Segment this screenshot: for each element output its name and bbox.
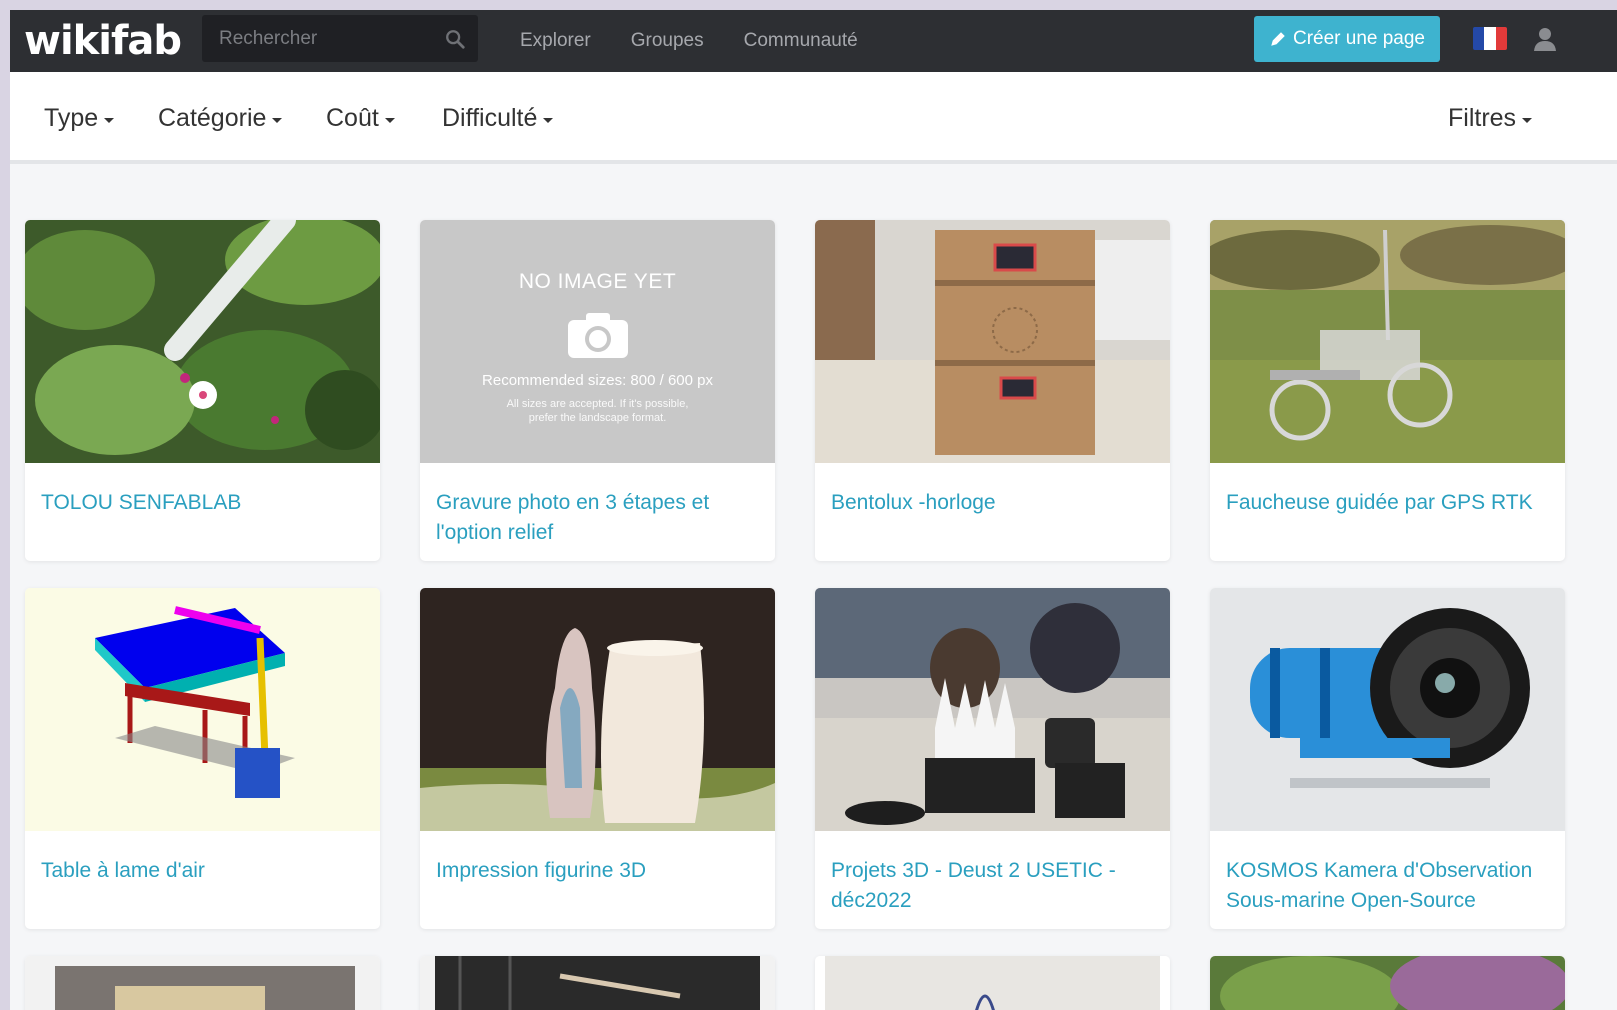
filter-type-dropdown[interactable]: Type: [44, 104, 115, 133]
tutorial-card[interactable]: KOSMOS Kamera d'Observation Sous-marine …: [1210, 588, 1565, 929]
no-image-sizes: Recommended sizes: 800 / 600 px: [482, 372, 713, 389]
card-image-partial[interactable]: [1210, 956, 1565, 1010]
create-page-label: Créer une page: [1292, 28, 1426, 49]
tutorial-card[interactable]: Bentolux -horloge: [815, 220, 1170, 561]
card-image-airtable[interactable]: [25, 588, 380, 831]
card-image-placeholder[interactable]: NO IMAGE YET Recommended sizes: 800 / 60…: [420, 220, 775, 463]
camera-icon: [567, 313, 628, 358]
filter-difficulty-dropdown[interactable]: Difficulté: [442, 104, 554, 133]
tutorial-card[interactable]: NO IMAGE YET Recommended sizes: 800 / 60…: [420, 220, 775, 561]
card-title[interactable]: Table à lame d'air: [41, 856, 366, 886]
french-flag-icon[interactable]: [1473, 27, 1507, 50]
card-image-mower[interactable]: [1210, 220, 1565, 463]
no-image-note-line1: All sizes are accepted. If it's possible…: [506, 398, 689, 410]
filter-type-label: Type: [44, 104, 99, 132]
user-icon[interactable]: [1533, 26, 1557, 52]
card-image-partial[interactable]: [25, 956, 380, 1010]
page-frame: wikifab Explorer Groupes Communauté Crée…: [10, 10, 1617, 1010]
caret-down-icon: [104, 118, 115, 123]
caret-down-icon: [272, 118, 283, 123]
tutorial-card[interactable]: [420, 956, 775, 1010]
tutorial-card[interactable]: [25, 956, 380, 1010]
filter-cost-label: Coût: [326, 104, 379, 132]
card-title[interactable]: TOLOU SENFABLAB: [41, 488, 366, 518]
card-image-3d-projects[interactable]: [815, 588, 1170, 831]
filter-cost-dropdown[interactable]: Coût: [326, 104, 395, 133]
create-page-button[interactable]: Créer une page: [1254, 16, 1440, 62]
caret-down-icon: [384, 118, 395, 123]
search-icon[interactable]: [444, 28, 466, 50]
nav-communaute-link[interactable]: Communauté: [744, 30, 858, 52]
card-image-plants[interactable]: [25, 220, 380, 463]
tutorial-card[interactable]: [815, 956, 1170, 1010]
caret-down-icon: [1522, 118, 1533, 123]
pencil-icon: [1271, 32, 1285, 46]
filter-difficulty-label: Difficulté: [442, 104, 538, 132]
main-nav: Explorer Groupes Communauté: [520, 10, 858, 72]
no-image-heading: NO IMAGE YET: [518, 270, 677, 293]
card-image-kosmos[interactable]: [1210, 588, 1565, 831]
filters-dropdown[interactable]: Filtres: [1448, 104, 1533, 133]
filter-bar: Type Catégorie Coût Difficulté Filtres: [10, 72, 1617, 164]
nav-explorer-link[interactable]: Explorer: [520, 30, 591, 52]
tutorial-card[interactable]: Faucheuse guidée par GPS RTK: [1210, 220, 1565, 561]
no-image-note-line2: prefer the landscape format.: [528, 412, 667, 424]
wikifab-logo[interactable]: wikifab: [24, 18, 182, 64]
tutorial-card[interactable]: Projets 3D - Deust 2 USETIC - déc2022: [815, 588, 1170, 929]
nav-groupes-link[interactable]: Groupes: [631, 30, 704, 52]
card-image-partial[interactable]: [815, 956, 1170, 1010]
card-title[interactable]: Impression figurine 3D: [436, 856, 761, 886]
card-image-figurines[interactable]: [420, 588, 775, 831]
top-navbar: wikifab Explorer Groupes Communauté Crée…: [10, 10, 1617, 72]
tutorial-card[interactable]: Table à lame d'air: [25, 588, 380, 929]
no-image-note: All sizes are accepted. If it's possible…: [507, 397, 689, 425]
card-title[interactable]: Faucheuse guidée par GPS RTK: [1226, 488, 1551, 518]
filter-category-dropdown[interactable]: Catégorie: [158, 104, 283, 133]
filter-category-label: Catégorie: [158, 104, 267, 132]
caret-down-icon: [543, 118, 554, 123]
card-title[interactable]: KOSMOS Kamera d'Observation Sous-marine …: [1226, 856, 1551, 916]
tutorial-card[interactable]: [1210, 956, 1565, 1010]
search-box: [202, 15, 478, 62]
card-title[interactable]: Projets 3D - Deust 2 USETIC - déc2022: [831, 856, 1156, 916]
tutorial-card[interactable]: TOLOU SENFABLAB: [25, 220, 380, 561]
card-title[interactable]: Bentolux -horloge: [831, 488, 1156, 518]
filters-label: Filtres: [1448, 104, 1517, 132]
search-input[interactable]: [202, 15, 422, 62]
card-image-partial[interactable]: [420, 956, 775, 1010]
card-image-clock[interactable]: [815, 220, 1170, 463]
card-title[interactable]: Gravure photo en 3 étapes et l'option re…: [436, 488, 761, 548]
tutorial-card[interactable]: Impression figurine 3D: [420, 588, 775, 929]
